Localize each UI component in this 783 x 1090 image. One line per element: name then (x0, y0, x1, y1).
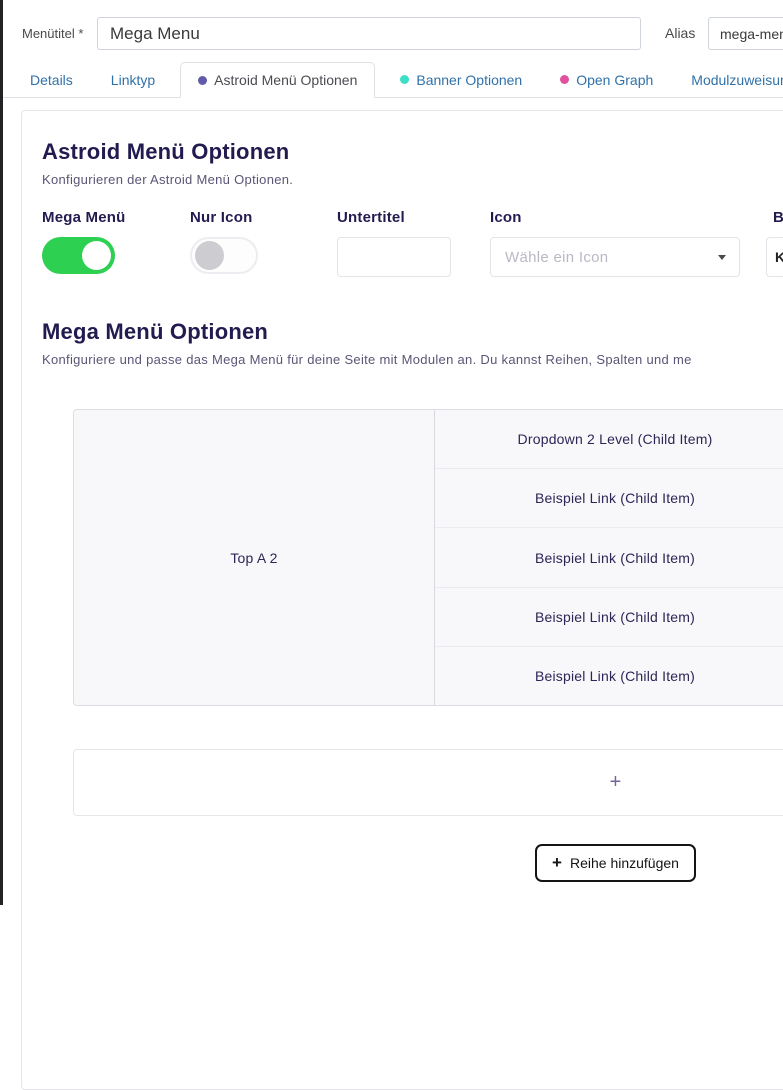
toggle-knob (82, 241, 111, 270)
tab-label: Details (30, 72, 73, 88)
astroid-section-description: Konfigurieren der Astroid Menü Optionen. (42, 172, 783, 187)
mega-menu-section-description: Konfiguriere und passe das Mega Menü für… (42, 352, 783, 367)
tab-linktyp[interactable]: Linktyp (98, 62, 168, 97)
subtitle-field: Untertitel (337, 209, 451, 277)
tab-bar: Details Linktyp Astroid Menü Optionen Ba… (3, 62, 783, 98)
child-menu-label: Dropdown 2 Level (Child Item) (518, 431, 713, 447)
clipped-right-field: B (766, 209, 783, 277)
tab-astroid-menu-optionen[interactable]: Astroid Menü Optionen (180, 62, 375, 98)
menu-title-input[interactable] (97, 17, 641, 50)
add-row-button[interactable]: + Reihe hinzufügen (535, 844, 696, 882)
mega-menu-toggle[interactable] (42, 237, 115, 274)
alias-input[interactable] (708, 17, 783, 50)
tab-details[interactable]: Details (17, 62, 86, 97)
astroid-section-title: Astroid Menü Optionen (42, 139, 783, 165)
tab-label: Astroid Menü Optionen (214, 72, 357, 88)
subtitle-input[interactable] (337, 237, 451, 277)
mega-menu-field: Mega Menü (42, 209, 125, 274)
child-menu-label: Beispiel Link (Child Item) (535, 609, 695, 625)
tab-open-graph[interactable]: Open Graph (547, 62, 666, 97)
toggle-knob (195, 241, 224, 270)
tab-modulzuweisung[interactable]: Modulzuweisung (678, 62, 783, 97)
tab-label: Linktyp (111, 72, 155, 88)
icon-only-label: Nur Icon (190, 209, 258, 226)
icon-select[interactable]: Wähle ein Icon (490, 237, 740, 277)
menu-title-label: Menütitel * (22, 26, 83, 41)
child-menu-label: Beispiel Link (Child Item) (535, 668, 695, 684)
add-row-button-label: Reihe hinzufügen (570, 855, 679, 871)
tab-banner-optionen[interactable]: Banner Optionen (387, 62, 535, 97)
tab-label: Open Graph (576, 72, 653, 88)
child-menu-label: Beispiel Link (Child Item) (535, 490, 695, 506)
child-menu-cell[interactable]: Dropdown 2 Level (Child Item) (435, 410, 783, 469)
add-row-button-row: + Reihe hinzufügen (73, 844, 783, 882)
parent-menu-label: Top A 2 (230, 550, 277, 566)
mega-menu-section-title: Mega Menü Optionen (42, 319, 783, 345)
clipped-field-input[interactable] (766, 237, 783, 277)
child-menu-label: Beispiel Link (Child Item) (535, 550, 695, 566)
astroid-options-panel: Astroid Menü Optionen Konfigurieren der … (21, 110, 783, 1090)
subtitle-label: Untertitel (337, 209, 451, 226)
chevron-down-icon (718, 255, 726, 260)
mega-menu-builder: Top A 2 Dropdown 2 Level (Child Item) Be… (73, 409, 783, 882)
mega-menu-grid: Top A 2 Dropdown 2 Level (Child Item) Be… (73, 409, 783, 706)
parent-menu-cell[interactable]: Top A 2 (74, 410, 435, 705)
open-graph-tab-dot-icon (560, 75, 569, 84)
tab-label: Banner Optionen (416, 72, 522, 88)
alias-label: Alias (665, 25, 695, 41)
child-menu-cell[interactable]: Beispiel Link (Child Item) (435, 469, 783, 528)
banner-tab-dot-icon (400, 75, 409, 84)
tab-label: Modulzuweisung (691, 72, 783, 88)
child-menu-cell[interactable]: Beispiel Link (Child Item) (435, 528, 783, 587)
icon-label: Icon (490, 209, 740, 226)
clipped-field-label: B (766, 209, 783, 226)
child-menu-cell[interactable]: Beispiel Link (Child Item) (435, 588, 783, 647)
window-edge-strip (0, 0, 3, 905)
child-menu-column: Dropdown 2 Level (Child Item) Beispiel L… (435, 410, 783, 705)
mega-menu-label: Mega Menü (42, 209, 125, 226)
add-column-row[interactable]: + (73, 749, 783, 816)
astroid-fields-row: Mega Menü Nur Icon Untertitel (42, 209, 783, 319)
plus-icon: + (610, 771, 622, 794)
plus-icon: + (552, 856, 562, 870)
icon-only-field: Nur Icon (190, 209, 258, 274)
astroid-tab-dot-icon (198, 76, 207, 85)
icon-field: Icon Wähle ein Icon (490, 209, 740, 277)
icon-select-placeholder: Wähle ein Icon (505, 249, 608, 266)
child-menu-cell[interactable]: Beispiel Link (Child Item) (435, 647, 783, 705)
icon-only-toggle[interactable] (190, 237, 258, 274)
